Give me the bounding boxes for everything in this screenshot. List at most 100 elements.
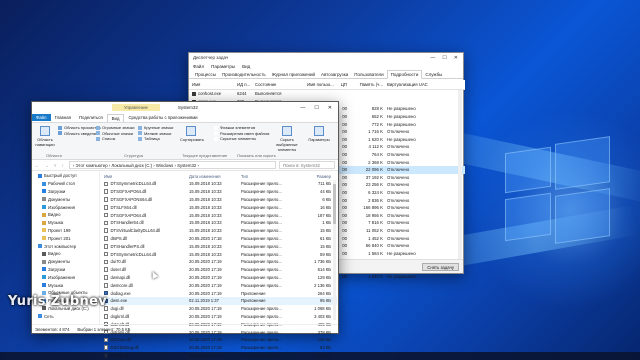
file-row[interactable]: dxgkrnl.dll 20.05.2020 17:19 Расширение пр… bbox=[101, 313, 337, 321]
ribbon-option[interactable]: Область сведений bbox=[58, 131, 101, 137]
column-header[interactable]: Память (ч... bbox=[349, 82, 387, 87]
search-box[interactable]: Поиск в: System32 bbox=[279, 161, 335, 169]
tab[interactable]: Журнал приложений bbox=[269, 71, 318, 78]
file-row[interactable]: dtsPS.dll 20.05.2020 17:18 Расширение прил… bbox=[101, 235, 337, 243]
nav-item[interactable]: Проект 201 bbox=[32, 234, 99, 242]
table-row[interactable]: conhost.exe 6244 Выполняется bbox=[189, 90, 465, 98]
ribbon-option[interactable]: Расширения имен файлов bbox=[214, 131, 269, 137]
tab[interactable]: Пользователи bbox=[351, 71, 386, 78]
minimize-button[interactable]: — bbox=[430, 55, 435, 61]
nav-item[interactable]: Видео bbox=[32, 211, 99, 219]
file-row[interactable]: dxdiag.exe 20.05.2020 17:19 Приложение 264 … bbox=[101, 289, 337, 297]
file-cell: DTSSymmetricDLL64.dll bbox=[101, 181, 189, 186]
nav-item[interactable]: Сеть bbox=[32, 312, 99, 320]
file-row[interactable]: DXGIDebug.dll 20.05.2020 17:19 Расширение … bbox=[101, 344, 337, 352]
cell-text: Расширение прило... bbox=[241, 267, 282, 273]
sort-button[interactable]: Сортировать bbox=[180, 126, 204, 142]
task-manager-titlebar[interactable]: Диспетчер задач — ☐ ✕ bbox=[189, 53, 463, 62]
column-header[interactable]: Виртуализация UAC bbox=[387, 82, 441, 87]
close-button[interactable]: ✕ bbox=[454, 55, 458, 61]
ribbon-option[interactable]: Мелкие значки bbox=[138, 131, 173, 137]
tab[interactable]: Службы bbox=[422, 71, 445, 78]
nav-item[interactable]: Музыка bbox=[32, 281, 99, 289]
ribbon-tab[interactable]: Файл bbox=[32, 114, 51, 121]
nav-item[interactable]: Этот компьютер bbox=[32, 242, 99, 250]
nav-item[interactable]: Документы bbox=[32, 195, 99, 203]
file-row[interactable]: DTSLFX64.dll 15.09.2018 10:33 Расширение п… bbox=[101, 203, 337, 211]
column-header[interactable]: Тип bbox=[241, 174, 303, 179]
tab[interactable]: Подробности bbox=[386, 70, 423, 79]
address-bar[interactable]: › Этот компьютер › Локальный диск (C:) ›… bbox=[68, 161, 276, 169]
ribbon-tab[interactable]: Главная bbox=[51, 114, 75, 121]
nav-label: Этот компьютер bbox=[44, 243, 77, 249]
nav-item[interactable]: Документы bbox=[32, 258, 99, 266]
ribbon-option[interactable]: Крупные значки bbox=[138, 125, 173, 131]
file-row[interactable]: dwm.exe 02.11.2019 1:37 Приложение 95 КБ bbox=[101, 296, 337, 305]
column-header[interactable]: ИД п... bbox=[237, 82, 255, 87]
tab[interactable]: Процессы bbox=[192, 71, 219, 78]
navigation-pane-button[interactable]: Область навигации bbox=[34, 126, 56, 147]
file-row[interactable]: DTSGFXAPO64.dll 15.09.2018 10:33 Расширени… bbox=[101, 211, 337, 219]
nav-item[interactable]: Рабочий стол bbox=[32, 180, 99, 188]
details-scrollbar[interactable] bbox=[458, 90, 462, 260]
scrollbar-thumb[interactable] bbox=[333, 184, 336, 224]
maximize-button[interactable]: ☐ bbox=[442, 55, 446, 61]
explorer-titlebar[interactable]: Управление System32 — ☐ ✕ bbox=[32, 102, 338, 113]
nav-item[interactable]: Быстрый доступ bbox=[32, 172, 99, 180]
menu-item[interactable]: Вид bbox=[242, 64, 250, 69]
file-row[interactable]: DTSGFXAPONS64.dll 15.09.2018 10:33 Расшире… bbox=[101, 196, 337, 204]
ribbon-tab[interactable]: Поделиться bbox=[75, 114, 107, 121]
column-header[interactable]: ЦП bbox=[335, 82, 349, 87]
cell-text: Отключено bbox=[387, 159, 410, 165]
file-row[interactable]: duser.dll 20.05.2020 17:19 Расширение прил… bbox=[101, 266, 337, 274]
ribbon-option[interactable]: Огромные значки bbox=[96, 125, 134, 131]
file-row[interactable]: DTSSymmetricDLL64.dll 15.09.2018 10:33 Рас… bbox=[101, 180, 337, 188]
nav-item[interactable]: Музыка bbox=[32, 219, 99, 227]
minimize-button[interactable]: — bbox=[300, 105, 305, 111]
tab[interactable]: Автозагрузка bbox=[318, 71, 351, 78]
nav-item[interactable]: Изображения bbox=[32, 203, 99, 211]
column-header[interactable]: Имя bbox=[189, 82, 237, 87]
ribbon-option[interactable]: Таблица bbox=[138, 136, 173, 142]
options-button[interactable]: Параметры bbox=[308, 126, 330, 142]
end-task-button[interactable]: Снять задачу bbox=[422, 263, 459, 271]
file-row[interactable]: dwmapi.dll 20.05.2020 17:19 Расширение при… bbox=[101, 274, 337, 282]
file-row[interactable]: DTSHandlerPS.dll 15.09.2018 10:33 Расширен… bbox=[101, 242, 337, 250]
menu-item[interactable]: Параметры bbox=[211, 64, 235, 69]
cell-text: DTSGFXAPONS64.dll bbox=[110, 196, 153, 202]
menu-item[interactable]: Файл bbox=[193, 64, 204, 69]
column-header[interactable]: Дата изменения bbox=[189, 174, 241, 179]
ribbon-option[interactable]: Обычные значки bbox=[96, 131, 134, 137]
hide-selected-button[interactable]: Скрыть выбранные элементы bbox=[272, 126, 302, 152]
file-row[interactable]: DTSGFXAPO64.dll 15.09.2018 10:33 Расширени… bbox=[101, 188, 337, 196]
manage-context-tab[interactable]: Управление bbox=[112, 104, 160, 111]
file-row[interactable]: dwmcore.dll 20.05.2020 17:19 Расширение пр… bbox=[101, 281, 337, 289]
ribbon-tab[interactable]: Средства работы с приложениями bbox=[124, 114, 201, 121]
file-row[interactable]: DXCore.dll 20.05.2020 17:19 Расширение при… bbox=[101, 336, 337, 344]
nav-item[interactable]: Проект 199 bbox=[32, 227, 99, 235]
file-row[interactable]: DTSSymmetricDLL64.dll 15.09.2018 10:33 Рас… bbox=[101, 250, 337, 258]
file-cell: 15.09.2018 10:33 bbox=[189, 213, 241, 218]
file-list-scrollbar[interactable] bbox=[333, 180, 336, 320]
nav-item[interactable]: Загрузки bbox=[32, 266, 99, 274]
file-cell: 15.09.2018 10:33 bbox=[189, 220, 241, 225]
maximize-button[interactable]: ☐ bbox=[314, 105, 318, 111]
column-header[interactable]: Имя пользо... bbox=[297, 82, 335, 87]
nav-item[interactable]: Загрузки bbox=[32, 188, 99, 196]
ribbon-tab[interactable]: Вид bbox=[106, 113, 125, 122]
column-header[interactable]: Состояние bbox=[255, 82, 297, 87]
column-header[interactable]: Имя bbox=[101, 174, 189, 179]
navigation-arrows[interactable]: ← → ˅ ↑ bbox=[35, 163, 66, 168]
file-row[interactable]: DTSHandler64.dll 15.09.2018 10:33 Расширен… bbox=[101, 219, 337, 227]
ribbon-option[interactable]: Область просмотра bbox=[58, 125, 101, 131]
nav-item[interactable]: Видео bbox=[32, 250, 99, 258]
ribbon-option[interactable]: Список bbox=[96, 136, 134, 142]
nav-item[interactable]: Изображения bbox=[32, 273, 99, 281]
file-row[interactable]: dxgi.dll 20.05.2020 17:19 Расширение прило… bbox=[101, 305, 337, 313]
close-button[interactable]: ✕ bbox=[328, 105, 332, 111]
column-header[interactable]: Размер bbox=[303, 174, 331, 179]
file-row[interactable]: dui70.dll 20.05.2020 17:19 Расширение прил… bbox=[101, 258, 337, 266]
tab[interactable]: Производительность bbox=[219, 71, 269, 78]
file-row[interactable]: DTSVirtualClarityDLL64.dll 15.09.2018 10:… bbox=[101, 227, 337, 235]
ribbon-option[interactable]: Скрытые элементы bbox=[214, 136, 269, 142]
